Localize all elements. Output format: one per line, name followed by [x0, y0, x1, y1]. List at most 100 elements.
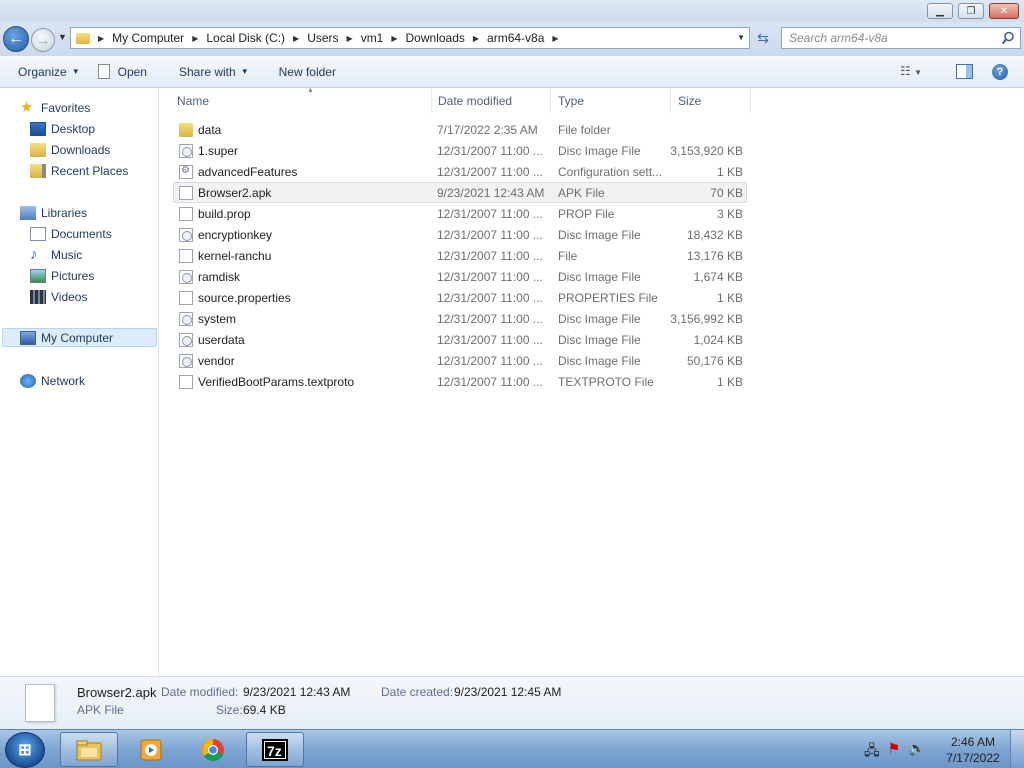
- file-name: userdata: [198, 332, 245, 347]
- table-row[interactable]: build.prop 12/31/2007 11:00 ... PROP File 3…: [173, 203, 747, 224]
- file-type: APK File: [558, 185, 605, 200]
- taskbar-chrome-button[interactable]: [184, 732, 242, 767]
- table-row[interactable]: data 7/17/2022 2:35 AM File folder: [173, 119, 747, 140]
- folder-icon: [179, 123, 193, 137]
- breadcrumb-separator[interactable]: ▶: [548, 34, 562, 43]
- nav-label: Downloads: [51, 142, 111, 157]
- clock[interactable]: 2:46 AM 7/17/2022: [945, 734, 1001, 766]
- file-thumbnail-icon: [25, 684, 55, 722]
- network-icon: [20, 373, 36, 388]
- file-type: Disc Image File: [558, 269, 641, 284]
- taskbar-7zip-button[interactable]: 7z: [246, 732, 304, 767]
- help-button[interactable]: ?: [992, 64, 1008, 80]
- view-list-icon: ☷: [900, 64, 911, 78]
- windows-logo-icon: ⊞: [18, 742, 32, 759]
- file-type: PROPERTIES File: [558, 290, 658, 305]
- system-tray: 🖧 ⚑ 🔈: [864, 740, 926, 764]
- nav-my-computer[interactable]: My Computer: [2, 328, 157, 347]
- open-button[interactable]: Open: [89, 60, 156, 84]
- close-button[interactable]: ✕: [989, 3, 1019, 19]
- breadcrumb-separator[interactable]: ▶: [343, 34, 357, 43]
- file-name: kernel-ranchu: [198, 248, 272, 263]
- breadcrumb-users[interactable]: Users: [303, 31, 342, 45]
- file-type: Configuration sett...: [558, 164, 663, 179]
- table-row[interactable]: advancedFeatures 12/31/2007 11:00 ... Conf…: [173, 161, 747, 182]
- downloads-folder-icon: [30, 142, 46, 157]
- table-row[interactable]: source.properties 12/31/2007 11:00 ... PRO…: [173, 287, 747, 308]
- restore-icon: ❐: [966, 5, 976, 17]
- nav-favorites[interactable]: ★ Favorites: [20, 98, 90, 117]
- start-button[interactable]: ⊞: [5, 732, 45, 768]
- preview-pane-button[interactable]: [956, 64, 973, 79]
- breadcrumb-my-computer[interactable]: My Computer: [108, 31, 188, 45]
- disc-image-icon: [179, 312, 193, 326]
- table-row[interactable]: encryptionkey 12/31/2007 11:00 ... Disc Im…: [173, 224, 747, 245]
- forward-arrow-icon: →: [36, 32, 50, 48]
- change-view-button[interactable]: ☷ ▼: [900, 64, 936, 80]
- nav-network[interactable]: Network: [20, 371, 85, 390]
- refresh-button[interactable]: ⇆: [752, 30, 774, 48]
- breadcrumb-vm1[interactable]: vm1: [357, 31, 388, 45]
- column-header-date-modified[interactable]: Date modified: [431, 88, 551, 113]
- taskbar-explorer-button[interactable]: [60, 732, 118, 767]
- taskbar-media-player-button[interactable]: [122, 732, 180, 767]
- search-box[interactable]: [781, 27, 1021, 49]
- forward-button[interactable]: →: [31, 28, 55, 52]
- back-button[interactable]: ←: [3, 26, 29, 52]
- minimize-icon: ▁: [936, 5, 944, 17]
- action-center-icon[interactable]: ⚑: [888, 740, 901, 764]
- breadcrumb-downloads[interactable]: Downloads: [402, 31, 469, 45]
- breadcrumb-separator[interactable]: ▶: [188, 34, 202, 43]
- file-type: Disc Image File: [558, 143, 641, 158]
- detail-file-name: Browser2.apk: [77, 685, 157, 700]
- nav-music[interactable]: ♪ Music: [30, 245, 82, 264]
- table-row[interactable]: Browser2.apk 9/23/2021 12:43 AM APK File 70…: [173, 182, 747, 203]
- network-icon[interactable]: 🖧: [864, 740, 880, 764]
- desktop-icon: [30, 121, 46, 136]
- breadcrumb-separator[interactable]: ▶: [94, 34, 108, 43]
- command-bar: Organize ▼ Open Share with ▼ New folder ☷ …: [0, 56, 1024, 88]
- nav-desktop[interactable]: Desktop: [30, 119, 95, 138]
- star-icon: ★: [20, 98, 34, 116]
- breadcrumb-separator[interactable]: ▶: [387, 34, 401, 43]
- new-folder-button[interactable]: New folder: [270, 60, 345, 84]
- nav-pictures[interactable]: Pictures: [30, 266, 94, 285]
- nav-recent-places[interactable]: Recent Places: [30, 161, 128, 180]
- file-icon: [179, 186, 193, 200]
- search-icon[interactable]: [1001, 31, 1015, 45]
- table-row[interactable]: ramdisk 12/31/2007 11:00 ... Disc Image Fi…: [173, 266, 747, 287]
- organize-button[interactable]: Organize ▼: [9, 60, 89, 84]
- breadcrumb-arm64-v8a[interactable]: arm64-v8a: [483, 31, 548, 45]
- file-name: advancedFeatures: [198, 164, 298, 179]
- column-header-type[interactable]: Type: [551, 88, 671, 113]
- breadcrumb-separator[interactable]: ▶: [469, 34, 483, 43]
- share-with-button[interactable]: Share with ▼: [170, 60, 258, 84]
- show-desktop-button[interactable]: [1010, 730, 1024, 768]
- recent-pages-button[interactable]: ▼: [58, 32, 67, 42]
- nav-downloads[interactable]: Downloads: [30, 140, 110, 159]
- table-row[interactable]: system 12/31/2007 11:00 ... Disc Image Fil…: [173, 308, 747, 329]
- search-input[interactable]: [782, 28, 992, 48]
- table-row[interactable]: 1.super 12/31/2007 11:00 ... Disc Image Fi…: [173, 140, 747, 161]
- column-header-size[interactable]: Size: [671, 88, 751, 113]
- table-row[interactable]: kernel-ranchu 12/31/2007 11:00 ... File 13,…: [173, 245, 747, 266]
- breadcrumb-separator[interactable]: ▶: [289, 34, 303, 43]
- media-player-icon: [140, 739, 162, 760]
- nav-videos[interactable]: Videos: [30, 287, 87, 306]
- file-date-modified: 12/31/2007 11:00 ...: [437, 353, 543, 368]
- table-row[interactable]: userdata 12/31/2007 11:00 ... Disc Image F…: [173, 329, 747, 350]
- address-dropdown-icon[interactable]: ▼: [737, 33, 745, 42]
- restore-button[interactable]: ❐: [958, 3, 984, 19]
- address-bar[interactable]: ▶ My Computer ▶ Local Disk (C:) ▶ Users …: [70, 27, 750, 49]
- table-row[interactable]: VerifiedBootParams.textproto 12/31/2007 1…: [173, 371, 747, 392]
- table-row[interactable]: vendor 12/31/2007 11:00 ... Disc Image Fil…: [173, 350, 747, 371]
- file-date-modified: 12/31/2007 11:00 ...: [437, 227, 543, 242]
- nav-documents[interactable]: Documents: [30, 224, 112, 243]
- breadcrumb-local-disk[interactable]: Local Disk (C:): [202, 31, 289, 45]
- file-date-modified: 7/17/2022 2:35 AM: [437, 122, 538, 137]
- volume-icon[interactable]: 🔈: [908, 740, 925, 764]
- column-header-name[interactable]: Name ▲: [170, 87, 432, 113]
- minimize-button[interactable]: ▁: [927, 3, 953, 19]
- nav-label: Desktop: [51, 121, 96, 136]
- nav-libraries[interactable]: Libraries: [20, 203, 87, 222]
